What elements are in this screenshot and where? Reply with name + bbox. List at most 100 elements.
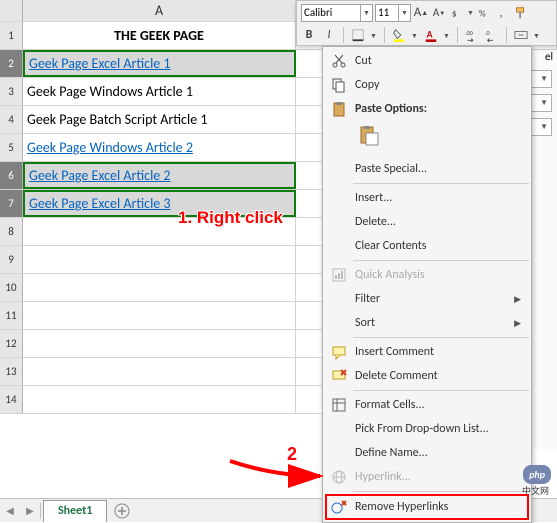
tab-nav-next[interactable]: ▶	[20, 499, 40, 523]
comment-icon	[330, 343, 348, 361]
menu-label: Delete Comment	[355, 369, 438, 383]
menu-copy[interactable]: Copy	[325, 73, 529, 97]
svg-text:.00: .00	[465, 29, 473, 37]
mini-toolbar: Calibri ▼ 11 ▼ A▲ A▼ $ ▼ % , B I ▼ ▼ A ▼…	[296, 0, 557, 46]
row-header[interactable]: 3	[0, 78, 23, 105]
italic-button[interactable]: I	[321, 27, 337, 43]
cell-a5[interactable]: Geek Page Windows Article 2	[23, 134, 296, 161]
chevron-down-icon[interactable]: ▼	[467, 8, 475, 17]
menu-label: Remove Hyperlinks	[355, 500, 448, 514]
remove-hyperlink-icon	[330, 498, 348, 516]
row-header[interactable]: 14	[0, 386, 23, 413]
cell-a4[interactable]: Geek Page Batch Script Article 1	[23, 106, 296, 133]
cell-text: Geek Page Windows Article 1	[27, 83, 193, 100]
borders-icon[interactable]	[350, 27, 366, 43]
menu-filter[interactable]: Filter ▶	[325, 287, 529, 311]
menu-separator	[353, 260, 529, 261]
fill-color-icon[interactable]	[391, 27, 407, 43]
row-header[interactable]: 10	[0, 274, 23, 301]
hyperlink[interactable]: Geek Page Excel Article 1	[29, 55, 171, 72]
cell-a11[interactable]	[23, 302, 296, 329]
merge-center-icon[interactable]	[513, 27, 529, 43]
sheet-tab-active[interactable]: Sheet1	[43, 500, 107, 522]
cell-text: Geek Page Batch Script Article 1	[27, 111, 207, 128]
title-cell[interactable]: THE GEEK PAGE	[23, 22, 296, 49]
format-painter-icon[interactable]	[513, 5, 529, 21]
menu-format-cells[interactable]: Format Cells...	[325, 393, 529, 417]
cell-a14[interactable]	[23, 386, 296, 413]
cell-a12[interactable]	[23, 330, 296, 357]
copy-icon	[330, 76, 348, 94]
row-header[interactable]: 5	[0, 134, 23, 161]
font-color-icon[interactable]: A	[423, 27, 439, 43]
cell-a3[interactable]: Geek Page Windows Article 1	[23, 78, 296, 105]
chevron-down-icon[interactable]: ▼	[533, 31, 541, 40]
hyperlink[interactable]: Geek Page Excel Article 2	[29, 167, 171, 184]
menu-sort[interactable]: Sort ▶	[325, 311, 529, 335]
svg-text:,: ,	[500, 6, 503, 20]
menu-insert[interactable]: Insert...	[325, 186, 529, 210]
chevron-down-icon[interactable]: ▼	[411, 31, 419, 40]
menu-delete-comment[interactable]: Delete Comment	[325, 364, 529, 388]
menu-label: Paste Options:	[355, 102, 427, 116]
annotation-step-1: 1. Right click	[178, 208, 283, 228]
menu-delete[interactable]: Delete...	[325, 210, 529, 234]
add-sheet-button[interactable]	[111, 500, 133, 522]
menu-clear-contents[interactable]: Clear Contents	[325, 234, 529, 258]
select-all-corner[interactable]	[0, 0, 23, 21]
svg-text:%: %	[479, 7, 486, 19]
menu-insert-comment[interactable]: Insert Comment	[325, 340, 529, 364]
tab-nav-prev[interactable]: ◀	[0, 499, 20, 523]
cell-a2[interactable]: Geek Page Excel Article 1	[23, 50, 296, 77]
paste-default-button[interactable]	[355, 123, 383, 149]
row-header[interactable]: 9	[0, 246, 23, 273]
cell-a10[interactable]	[23, 274, 296, 301]
row-header[interactable]: 13	[0, 358, 23, 385]
percent-format-icon[interactable]: %	[477, 5, 493, 21]
font-name-combo[interactable]: Calibri ▼	[301, 4, 373, 22]
row-header[interactable]: 7	[0, 190, 23, 217]
hyperlink[interactable]: Geek Page Windows Article 2	[27, 139, 193, 156]
row-header-1[interactable]: 1	[0, 22, 23, 49]
menu-paste-special[interactable]: Paste Special...	[325, 157, 529, 181]
menu-label: Insert Comment	[355, 345, 434, 359]
row-header[interactable]: 11	[0, 302, 23, 329]
row-header[interactable]: 4	[0, 106, 23, 133]
menu-pick-from-list[interactable]: Pick From Drop-down List...	[325, 417, 529, 441]
decrease-decimal-icon[interactable]: .0	[484, 27, 500, 43]
font-size-combo[interactable]: 11 ▼	[375, 4, 411, 22]
submenu-arrow-icon: ▶	[514, 318, 521, 329]
annotation-step-2: 2	[287, 444, 297, 465]
menu-label: Format Cells...	[355, 398, 424, 412]
menu-separator	[353, 337, 529, 338]
increase-decimal-icon[interactable]: .00	[464, 27, 480, 43]
row-header[interactable]: 8	[0, 218, 23, 245]
menu-label: Insert...	[355, 191, 392, 205]
menu-remove-hyperlinks[interactable]: Remove Hyperlinks	[325, 494, 529, 520]
row-header[interactable]: 6	[0, 162, 23, 189]
chevron-down-icon[interactable]: ▼	[443, 31, 451, 40]
menu-label: Hyperlink...	[355, 470, 411, 484]
menu-define-name[interactable]: Define Name...	[325, 441, 529, 465]
cell-a9[interactable]	[23, 246, 296, 273]
increase-font-icon[interactable]: A▲	[413, 5, 429, 21]
cell-a13[interactable]	[23, 358, 296, 385]
submenu-arrow-icon: ▶	[514, 294, 521, 305]
bold-button[interactable]: B	[301, 27, 317, 43]
menu-label: Pick From Drop-down List...	[355, 422, 489, 436]
chevron-down-icon[interactable]: ▼	[361, 4, 373, 22]
decrease-font-icon[interactable]: A▼	[431, 5, 447, 21]
row-header[interactable]: 12	[0, 330, 23, 357]
accounting-format-icon[interactable]: $	[449, 5, 465, 21]
column-header-a[interactable]: A	[23, 0, 296, 21]
hyperlink[interactable]: Geek Page Excel Article 3	[29, 195, 171, 212]
menu-cut[interactable]: Cut	[325, 49, 529, 73]
clipboard-icon	[330, 100, 348, 118]
cell-a6[interactable]: Geek Page Excel Article 2	[23, 162, 296, 189]
chevron-down-icon[interactable]: ▼	[399, 4, 411, 22]
menu-paste-options-header: Paste Options:	[325, 97, 529, 121]
row-header[interactable]: 2	[0, 50, 23, 77]
menu-separator	[353, 183, 529, 184]
comma-format-icon[interactable]: ,	[495, 5, 511, 21]
chevron-down-icon[interactable]: ▼	[370, 31, 378, 40]
